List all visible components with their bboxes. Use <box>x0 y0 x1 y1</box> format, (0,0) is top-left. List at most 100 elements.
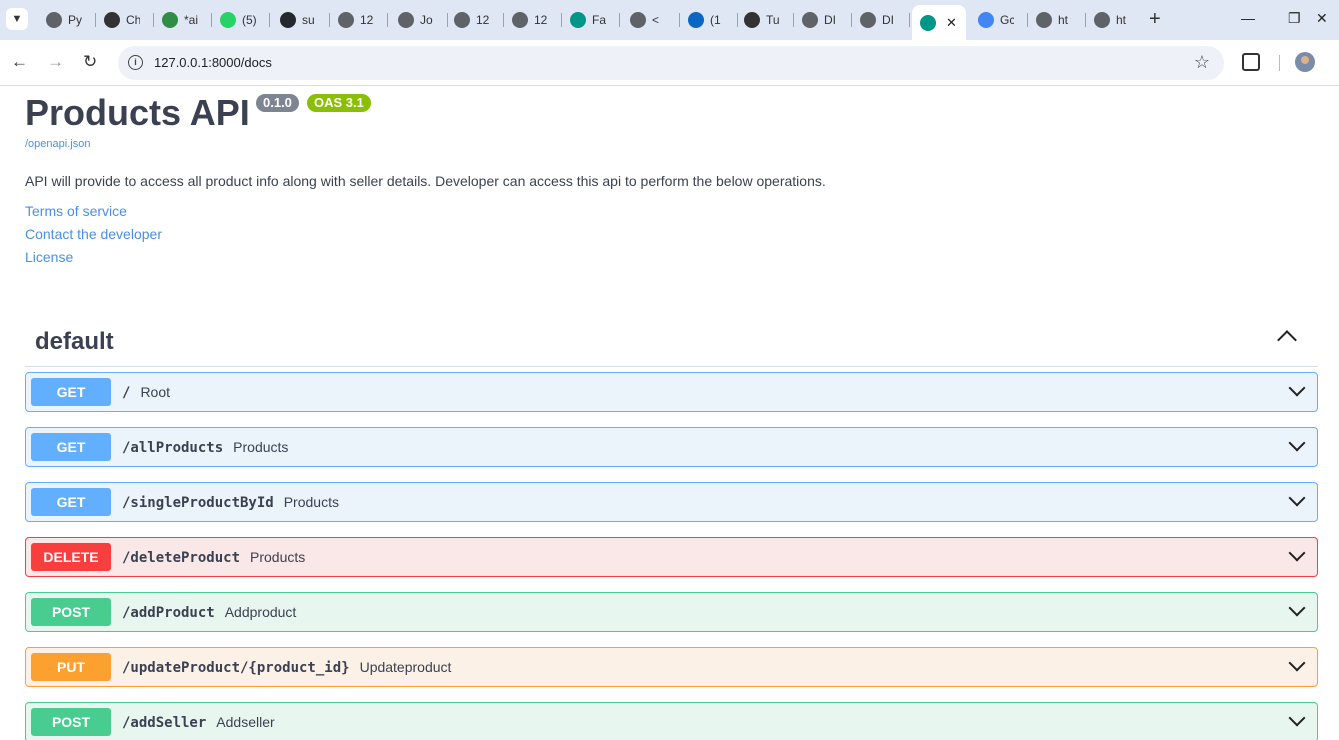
tab-separator <box>269 13 270 27</box>
tab-separator <box>387 13 388 27</box>
tab-search-button[interactable]: ▼ <box>6 8 28 30</box>
tab-label: 12 <box>534 13 548 27</box>
chatgpt-icon <box>104 12 120 28</box>
operation-path-group: /deleteProduct Products <box>122 549 305 566</box>
operation-row[interactable]: POST/addSeller Addseller <box>25 702 1318 740</box>
browser-tab[interactable]: Py <box>38 6 96 34</box>
gfg-icon <box>162 12 178 28</box>
browser-tab[interactable]: *ai <box>154 6 212 34</box>
extensions-icon[interactable] <box>1242 53 1260 71</box>
operation-path-group: /addSeller Addseller <box>122 714 275 731</box>
version-badge: 0.1.0 <box>256 94 299 112</box>
openapi-json-link[interactable]: /openapi.json <box>25 138 90 150</box>
browser-tab[interactable]: su <box>272 6 330 34</box>
operation-row[interactable]: DELETE/deleteProduct Products <box>25 537 1318 577</box>
license-link[interactable]: License <box>25 249 73 265</box>
operation-path: /addProduct <box>122 605 215 621</box>
browser-tab[interactable]: Fa <box>562 6 620 34</box>
tab-label: DI <box>824 13 836 27</box>
expand-chevron-icon[interactable] <box>1288 544 1306 562</box>
fastapi-icon <box>920 14 936 31</box>
tab-label: Ch <box>126 13 140 27</box>
browser-tab[interactable]: ht <box>1086 6 1144 34</box>
operation-summary: Products <box>250 549 306 565</box>
operation-row[interactable]: GET / Root <box>25 372 1318 412</box>
browser-tab[interactable]: Ch <box>96 6 154 34</box>
linkedin-icon <box>688 12 704 28</box>
minimize-icon[interactable]: — <box>1241 10 1255 26</box>
close-tab-icon[interactable]: ✕ <box>946 15 957 31</box>
http-method-badge: POST <box>31 598 111 626</box>
contact-developer-link[interactable]: Contact the developer <box>25 226 162 242</box>
terms-of-service-link[interactable]: Terms of service <box>25 203 127 219</box>
profile-avatar[interactable] <box>1295 52 1315 72</box>
browser-tab[interactable]: Jo <box>390 6 448 34</box>
url-text[interactable]: 127.0.0.1:8000/docs <box>154 55 272 70</box>
address-bar[interactable]: i 127.0.0.1:8000/docs ☆ <box>118 46 1224 80</box>
new-tab-button[interactable]: + <box>1149 9 1161 29</box>
forward-icon[interactable]: → <box>47 52 64 72</box>
browser-tab[interactable]: Gc <box>970 6 1028 34</box>
operation-path: / <box>122 385 131 401</box>
globe-icon <box>398 12 414 28</box>
tab-label: *ai <box>184 13 198 27</box>
active-browser-tab[interactable]: ✕ <box>912 5 966 40</box>
tab-label: (1 <box>710 13 721 27</box>
browser-tab[interactable]: (5) <box>212 6 270 34</box>
browser-tab[interactable]: Tu <box>736 6 794 34</box>
operation-path-group: /updateProduct/{product_id} Updateproduct <box>122 659 451 676</box>
http-method-badge: GET <box>31 433 111 461</box>
operation-path: /addSeller <box>122 715 207 731</box>
reload-icon[interactable]: ↻ <box>83 52 97 72</box>
restore-icon[interactable]: ❐ <box>1288 10 1301 27</box>
browser-tab[interactable]: 12 <box>446 6 504 34</box>
browser-tab[interactable]: 12 <box>504 6 562 34</box>
expand-chevron-icon[interactable] <box>1288 654 1306 672</box>
browser-tab[interactable]: DI <box>852 6 910 34</box>
bookmark-star-icon[interactable]: ☆ <box>1194 52 1210 73</box>
browser-tab[interactable]: (1 <box>680 6 738 34</box>
tab-strip: ▼ Py Ch *ai (5) su 12 Jo 12 12 Fa < (1 Tu DI DI ✕ Gc ht ht… <box>0 0 1339 40</box>
browser-tab[interactable]: < <box>622 6 680 34</box>
operation-path: /deleteProduct <box>122 550 241 566</box>
operation-row[interactable]: GET/singleProductById Products <box>25 482 1318 522</box>
operation-path-group: /singleProductById Products <box>122 494 339 511</box>
close-window-icon[interactable]: ✕ <box>1316 10 1328 27</box>
browser-tab[interactable]: ht <box>1028 6 1086 34</box>
section-default-header[interactable]: default <box>25 325 1318 367</box>
tab-label: su <box>302 13 315 27</box>
expand-chevron-icon[interactable] <box>1288 434 1306 452</box>
globe-icon <box>454 12 470 28</box>
section-name: default <box>35 328 114 355</box>
expand-chevron-icon[interactable] <box>1288 379 1306 397</box>
http-method-badge: GET <box>31 488 111 516</box>
browser-tab[interactable]: 12 <box>330 6 388 34</box>
expand-chevron-icon[interactable] <box>1288 599 1306 617</box>
tab-label: Tu <box>766 13 780 27</box>
expand-chevron-icon[interactable] <box>1288 489 1306 507</box>
globe-icon <box>860 12 876 28</box>
globe-icon <box>744 12 760 28</box>
back-icon[interactable]: ← <box>11 52 28 72</box>
tab-label: Gc <box>1000 13 1014 27</box>
expand-chevron-icon[interactable] <box>1288 709 1306 727</box>
http-method-badge: POST <box>31 708 111 736</box>
http-method-badge: DELETE <box>31 543 111 571</box>
tab-label: ht <box>1116 13 1127 27</box>
collapse-caret-icon[interactable] <box>1277 330 1297 350</box>
google-icon <box>978 12 994 28</box>
globe-icon <box>1036 12 1052 28</box>
globe-icon <box>338 12 354 28</box>
operation-row[interactable]: GET/allProducts Products <box>25 427 1318 467</box>
operation-row[interactable]: POST/addProduct Addproduct <box>25 592 1318 632</box>
operation-summary: Products <box>233 439 289 455</box>
api-title: Products API <box>25 92 250 133</box>
operation-row[interactable]: PUT/updateProduct/{product_id} Updateprod… <box>25 647 1318 687</box>
browser-tab[interactable]: DI <box>794 6 852 34</box>
tab-label: ht <box>1058 13 1069 27</box>
tab-label: 12 <box>476 13 490 27</box>
tab-label: < <box>652 13 660 27</box>
tab-label: Fa <box>592 13 606 27</box>
site-info-icon[interactable]: i <box>128 55 143 70</box>
api-description: API will provide to access all product i… <box>25 173 826 189</box>
